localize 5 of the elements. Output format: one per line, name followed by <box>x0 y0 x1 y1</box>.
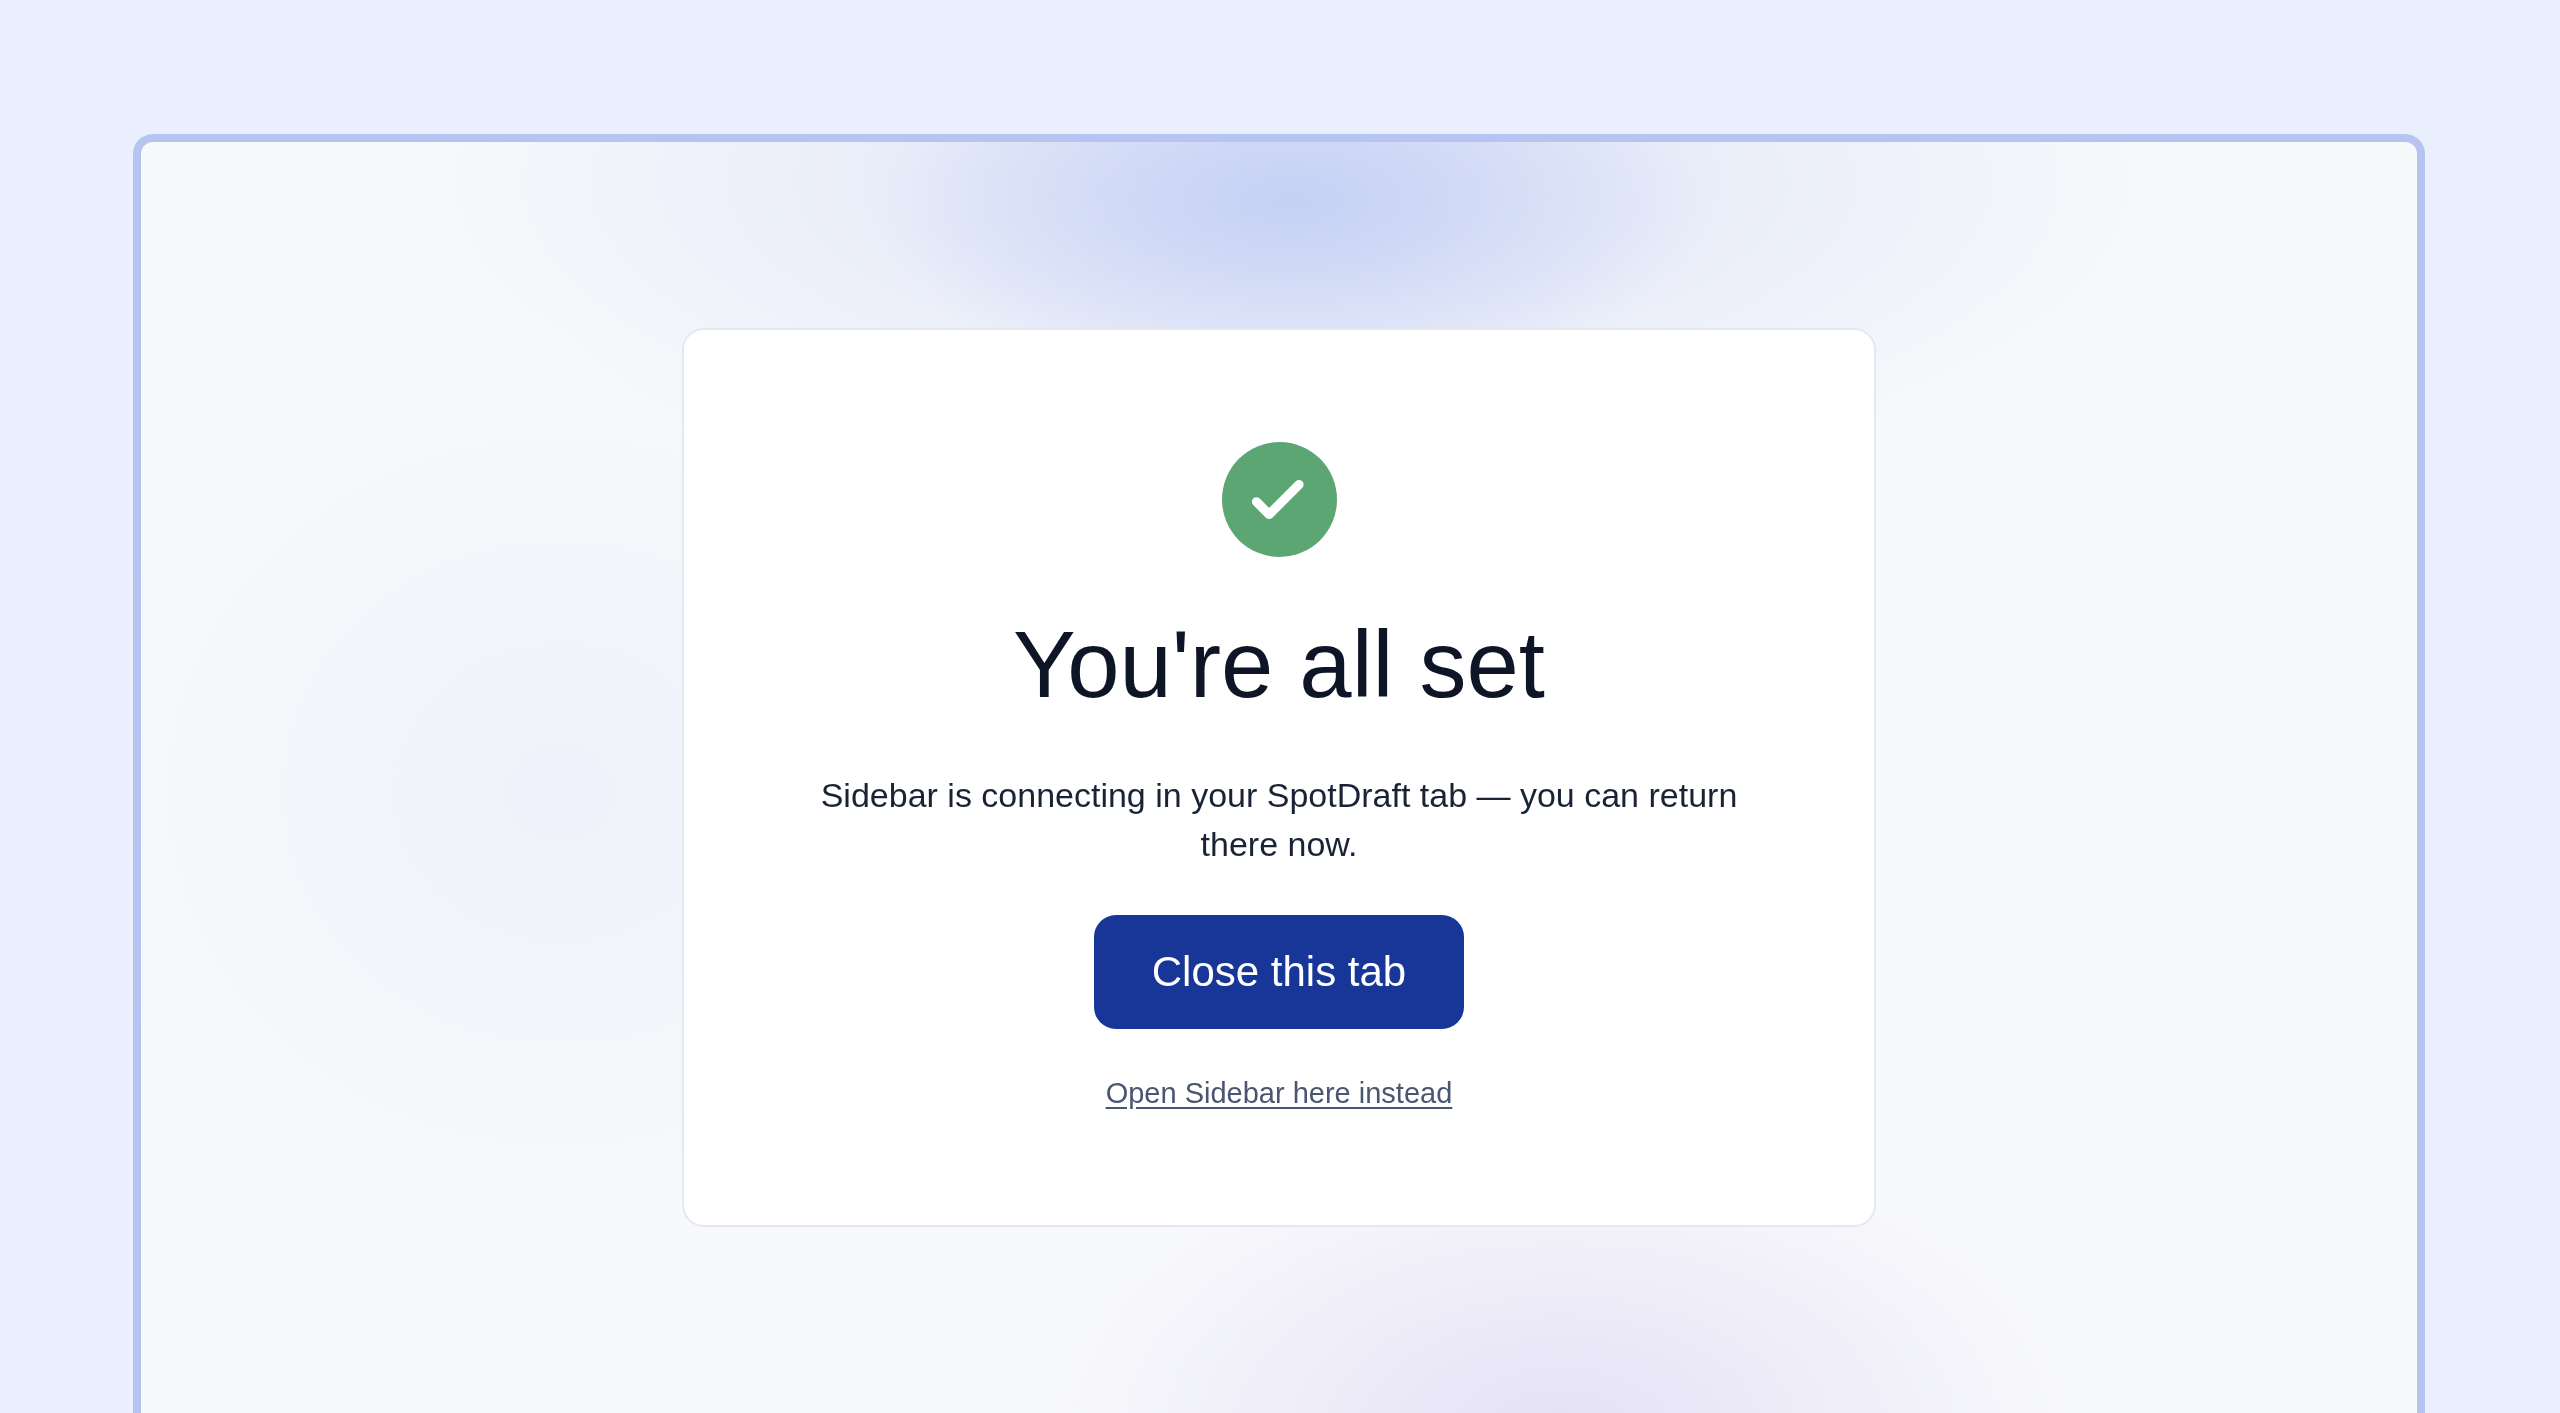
message-text: Sidebar is connecting in your SpotDraft tab — you can return there now. <box>819 774 1739 865</box>
open-sidebar-link[interactable]: Open Sidebar here instead <box>1105 1075 1453 1111</box>
close-tab-button[interactable]: Close this tab <box>1094 914 1464 1029</box>
heading: You're all set <box>1013 611 1545 719</box>
check-circle-icon <box>1221 442 1337 557</box>
